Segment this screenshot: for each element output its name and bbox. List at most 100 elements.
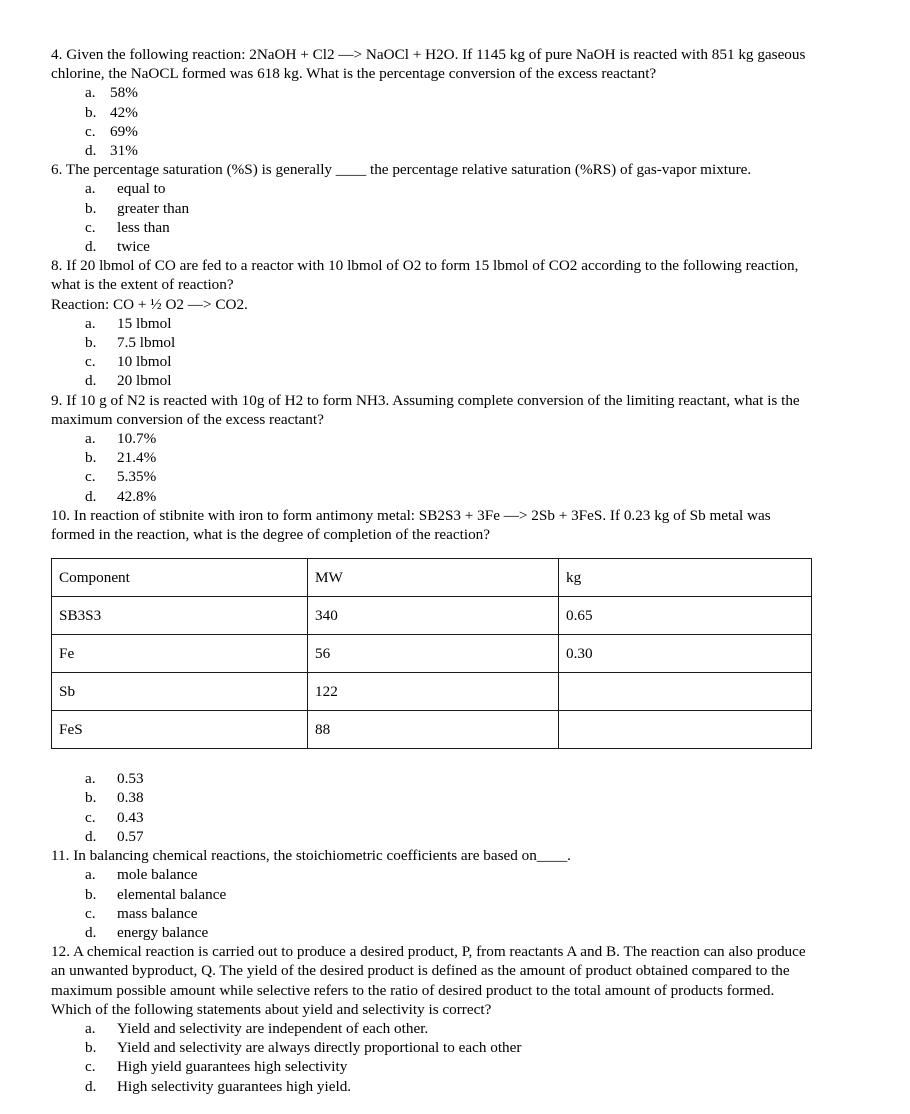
question-block-11: 11. In balancing chemical reactions, the… — [51, 846, 815, 942]
option-text: twice — [117, 238, 150, 256]
option-letter: d. — [85, 142, 97, 160]
option-text: 7.5 lbmol — [117, 334, 176, 352]
option-text: equal to — [117, 180, 166, 198]
option-text: High selectivity guarantees high yield. — [117, 1077, 352, 1095]
option-item[interactable]: d. 20 lbmol — [51, 371, 815, 390]
option-letter: a. — [85, 770, 96, 788]
table-header-cell: kg — [558, 558, 812, 598]
option-item[interactable]: a. Yield and selectivity are independent … — [51, 1019, 815, 1038]
option-letter: a. — [85, 84, 96, 102]
option-item[interactable]: a. mole balance — [51, 865, 815, 884]
option-letter: b. — [85, 885, 97, 903]
option-item[interactable]: a. 0.53 — [51, 769, 815, 788]
option-letter: b. — [85, 334, 97, 352]
option-text: 0.43 — [117, 808, 144, 826]
question-block-12: 12. A chemical reaction is carried out t… — [51, 942, 815, 1096]
table-cell-kg — [558, 672, 812, 712]
option-letter: c. — [85, 468, 96, 486]
option-text: mass balance — [117, 904, 198, 922]
table-cell-component: Sb — [51, 672, 308, 712]
table-header-row: Component MW kg — [51, 558, 812, 598]
option-item[interactable]: a. 15 lbmol — [51, 314, 815, 333]
option-letter: b. — [85, 103, 97, 121]
option-item[interactable]: b. Yield and selectivity are always direc… — [51, 1038, 815, 1057]
option-letter: c. — [85, 353, 96, 371]
option-text: 58% — [110, 84, 138, 102]
component-table-wrapper: Component MW kg SB3S3 340 0.65 Fe 56 0.3… — [51, 558, 815, 750]
option-item[interactable]: a. 10.7% — [51, 429, 815, 448]
table-cell-mw: 340 — [307, 596, 559, 636]
option-text: less than — [117, 218, 170, 236]
option-item[interactable]: d. twice — [51, 237, 815, 256]
option-text: 0.53 — [117, 770, 144, 788]
option-item[interactable]: d. 42.8% — [51, 487, 815, 506]
option-list: a. equal to b. greater than c. less than d.… — [51, 179, 815, 256]
table-cell-kg: 0.30 — [558, 634, 812, 674]
option-letter: c. — [85, 122, 96, 140]
table-cell-kg — [558, 710, 812, 750]
option-item[interactable]: c. mass balance — [51, 904, 815, 923]
option-text: 10.7% — [117, 430, 157, 448]
option-text: elemental balance — [117, 885, 227, 903]
option-list: a. 0.53 b. 0.38 c. 0.43 d. 0.57 — [51, 769, 815, 846]
option-letter: c. — [85, 1058, 96, 1076]
option-letter: c. — [85, 808, 96, 826]
option-item[interactable]: b. 42% — [51, 103, 815, 122]
table-cell-component: SB3S3 — [51, 596, 308, 636]
option-letter: d. — [85, 238, 97, 256]
option-item[interactable]: c. 0.43 — [51, 808, 815, 827]
option-item[interactable]: c. 5.35% — [51, 467, 815, 486]
option-item[interactable]: c. 69% — [51, 122, 815, 141]
option-item[interactable]: d. energy balance — [51, 923, 815, 942]
table-row: Sb 122 — [51, 672, 812, 712]
option-letter: c. — [85, 904, 96, 922]
question-stem: 11. In balancing chemical reactions, the… — [51, 847, 571, 865]
question-block-6: 6. The percentage saturation (%S) is gen… — [51, 160, 815, 256]
question-block-10: 10. In reaction of stibnite with iron to… — [51, 506, 815, 846]
option-letter: b. — [85, 789, 97, 807]
option-text: 20 lbmol — [117, 372, 172, 390]
option-item[interactable]: c. less than — [51, 218, 815, 237]
option-item[interactable]: b. 0.38 — [51, 788, 815, 807]
option-item[interactable]: b. 7.5 lbmol — [51, 333, 815, 352]
option-list: a. 58% b. 42% c. 69% d. 31% — [51, 83, 815, 160]
table-cell-component: FeS — [51, 710, 308, 750]
question-stem: 9. If 10 g of N2 is reacted with 10g of … — [51, 391, 800, 428]
option-letter: d. — [85, 923, 97, 941]
option-text: 69% — [110, 122, 138, 140]
option-text: 0.57 — [117, 827, 144, 845]
option-letter: c. — [85, 218, 96, 236]
option-item[interactable]: c. 10 lbmol — [51, 352, 815, 371]
option-text: 21.4% — [117, 449, 157, 467]
question-stem: 4. Given the following reaction: 2NaOH +… — [51, 46, 806, 83]
question-stem: 12. A chemical reaction is carried out t… — [51, 943, 806, 1018]
option-item[interactable]: a. 58% — [51, 83, 815, 102]
question-stem: 8. If 20 lbmol of CO are fed to a reacto… — [51, 257, 799, 294]
option-letter: a. — [85, 180, 96, 198]
option-list: a. mole balance b. elemental balance c. mas… — [51, 865, 815, 942]
table-cell-mw: 88 — [307, 710, 559, 750]
table-cell-mw: 56 — [307, 634, 559, 674]
question-block-8: 8. If 20 lbmol of CO are fed to a reacto… — [51, 256, 815, 390]
option-letter: a. — [85, 866, 96, 884]
option-letter: b. — [85, 199, 97, 217]
option-item[interactable]: b. 21.4% — [51, 448, 815, 467]
option-text: 10 lbmol — [117, 353, 172, 371]
table-header-cell: MW — [307, 558, 559, 598]
option-letter: a. — [85, 430, 96, 448]
option-item[interactable]: d. High selectivity guarantees high yield… — [51, 1077, 815, 1096]
question-stem: 10. In reaction of stibnite with iron to… — [51, 506, 771, 544]
option-item[interactable]: d. 0.57 — [51, 827, 815, 846]
option-text: 0.38 — [117, 789, 144, 807]
option-item[interactable]: d. 31% — [51, 141, 815, 160]
option-item[interactable]: b. elemental balance — [51, 885, 815, 904]
option-letter: a. — [85, 1019, 96, 1037]
option-letter: a. — [85, 314, 96, 332]
option-letter: d. — [85, 372, 97, 390]
question-block-9: 9. If 10 g of N2 is reacted with 10g of … — [51, 391, 815, 506]
table-row: FeS 88 — [51, 710, 812, 750]
option-text: energy balance — [117, 923, 209, 941]
option-item[interactable]: b. greater than — [51, 199, 815, 218]
option-item[interactable]: c. High yield guarantees high selectivity — [51, 1057, 815, 1076]
option-item[interactable]: a. equal to — [51, 179, 815, 198]
